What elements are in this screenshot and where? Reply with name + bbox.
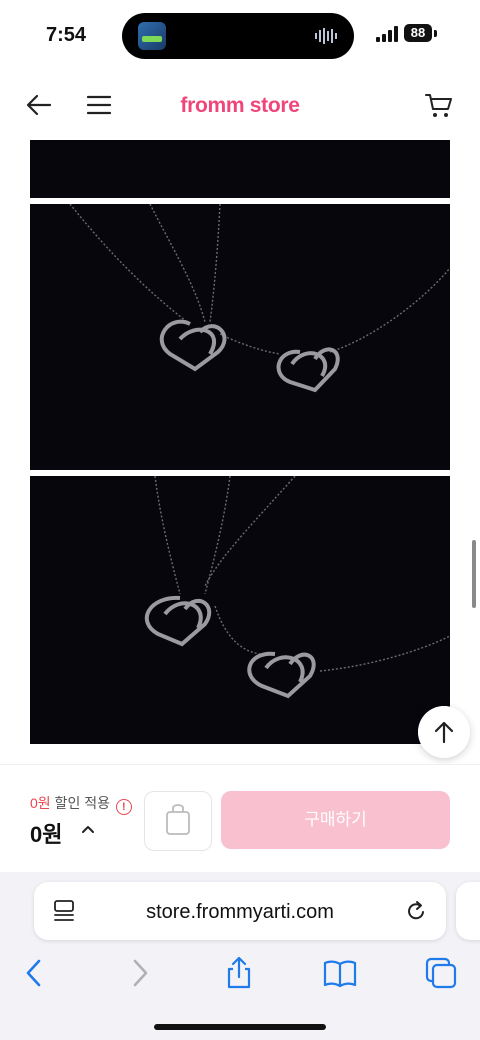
total-price: 0원 (30, 822, 63, 847)
chevron-up-icon[interactable] (80, 821, 96, 837)
home-indicator[interactable] (154, 1024, 326, 1030)
discount-info[interactable]: 0원 할인 적용 ! (30, 793, 132, 815)
product-image-necklaces-1 (30, 204, 450, 470)
status-time: 7:54 (46, 24, 87, 46)
tabs-icon[interactable] (424, 956, 458, 990)
product-image-necklaces-2 (30, 476, 450, 744)
address-bar[interactable]: store.frommyarti.com (34, 882, 446, 940)
cellular-signal-icon (376, 26, 398, 42)
url-text[interactable]: store.frommyarti.com (34, 901, 446, 924)
product-image-top (30, 140, 450, 198)
purchase-bar: 0원 할인 적용 ! 0원 구매하기 (0, 764, 480, 873)
discount-amount: 0원 (30, 795, 51, 811)
reload-icon[interactable] (404, 899, 428, 923)
audio-wave-icon (315, 28, 337, 44)
next-tab-preview[interactable] (456, 882, 480, 940)
chevron-right-icon[interactable] (122, 956, 156, 990)
battery-tip (434, 30, 437, 37)
add-to-bag-button[interactable] (144, 791, 212, 851)
share-icon[interactable] (222, 956, 256, 990)
scroll-indicator[interactable] (472, 540, 476, 608)
shopping-bag-icon (166, 804, 190, 835)
arrow-up-icon[interactable] (418, 706, 470, 758)
battery-level: 88 (404, 24, 432, 42)
now-playing-app-icon (138, 22, 166, 50)
discount-label: 할인 적용 (50, 795, 110, 811)
status-bar: 7:54 88 (0, 0, 480, 72)
brand-logo[interactable]: fromm store (0, 94, 480, 118)
cart-icon[interactable] (424, 90, 454, 120)
app-header: fromm store (0, 72, 480, 140)
dynamic-island[interactable] (122, 13, 354, 59)
book-icon[interactable] (323, 956, 357, 990)
browser-toolbar: store.frommyarti.com (0, 872, 480, 1040)
info-icon[interactable]: ! (115, 799, 132, 815)
chevron-left-icon[interactable] (18, 956, 52, 990)
buy-button[interactable]: 구매하기 (221, 791, 450, 849)
